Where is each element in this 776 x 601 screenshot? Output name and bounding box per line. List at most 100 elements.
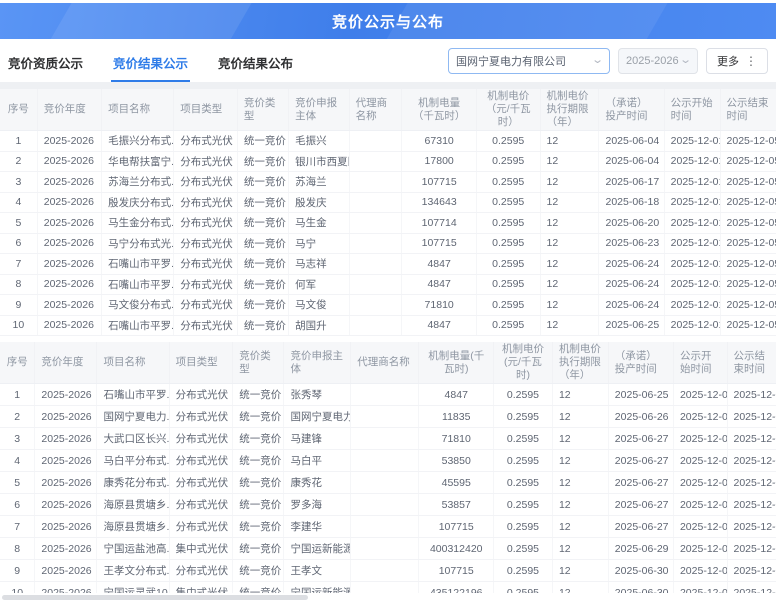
table-cell: 53850 bbox=[419, 450, 493, 472]
table-cell: 2025-12-01 bbox=[673, 472, 727, 494]
table-cell: 0.2595 bbox=[476, 192, 540, 213]
table-cell: 统一竞价 bbox=[233, 516, 284, 538]
table-row[interactable]: 102025-2026石嘴山市平罗...分布式光伏统一竞价胡国升48470.25… bbox=[0, 315, 776, 336]
table-cell: 统一竞价 bbox=[237, 233, 288, 254]
year-select-value: 2025-2026 bbox=[626, 55, 679, 67]
table-cell: 苏海兰 bbox=[289, 172, 350, 193]
table-cell: 统一竞价 bbox=[233, 406, 284, 428]
column-header: 序号 bbox=[0, 89, 37, 131]
table-row[interactable]: 32025-2026苏海兰分布式...分布式光伏统一竞价苏海兰1077150.2… bbox=[0, 172, 776, 193]
table-row[interactable]: 92025-2026马文俊分布式...分布式光伏统一竞价马文俊718100.25… bbox=[0, 295, 776, 316]
table-cell: 6 bbox=[0, 233, 37, 254]
table-cell: 12 bbox=[552, 406, 608, 428]
year-select[interactable]: 2025-2026 ⌄ bbox=[618, 48, 698, 74]
table-cell: 1 bbox=[0, 384, 35, 406]
table-cell: 分布式光伏 bbox=[174, 315, 238, 336]
table-cell: 统一竞价 bbox=[233, 428, 284, 450]
table-cell: 马建锋 bbox=[284, 428, 351, 450]
table-cell: 2025-12-05 bbox=[727, 472, 776, 494]
tab-bid-qualification-publicity[interactable]: 竞价资质公示 bbox=[6, 39, 85, 82]
table-cell: 统一竞价 bbox=[237, 295, 288, 316]
table-cell: 2025-2026 bbox=[37, 295, 101, 316]
table-row[interactable]: 62025-2026海原县贯塘乡...分布式光伏统一竞价罗多海538570.25… bbox=[0, 494, 776, 516]
horizontal-scrollbar[interactable] bbox=[0, 593, 776, 601]
table-row[interactable]: 32025-2026大武口区长兴...分布式光伏统一竞价马建锋718100.25… bbox=[0, 428, 776, 450]
table-row[interactable]: 12025-2026石嘴山市平罗...分布式光伏统一竞价张秀琴48470.259… bbox=[0, 384, 776, 406]
column-header: 公示结束时间 bbox=[720, 89, 776, 131]
table-cell: 3 bbox=[0, 428, 35, 450]
table-cell: 12 bbox=[552, 384, 608, 406]
table-cell: 2025-12-05 bbox=[727, 428, 776, 450]
table-cell: 2025-12-05 bbox=[727, 560, 776, 582]
table-cell: 统一竞价 bbox=[237, 274, 288, 295]
table-row[interactable]: 92025-2026王孝文分布式...分布式光伏统一竞价王孝文1077150.2… bbox=[0, 560, 776, 582]
table-row[interactable]: 12025-2026毛振兴分布式...分布式光伏统一竞价毛振兴673100.25… bbox=[0, 131, 776, 152]
table-row[interactable]: 72025-2026石嘴山市平罗...分布式光伏统一竞价马志祥48470.259… bbox=[0, 254, 776, 275]
chevron-down-icon: ⌄ bbox=[679, 55, 692, 66]
table-cell: 分布式光伏 bbox=[169, 428, 233, 450]
table-cell: 康秀花分布式... bbox=[97, 472, 169, 494]
table-cell: 2025-12-01 bbox=[664, 131, 720, 152]
tab-bid-result-announcement[interactable]: 竞价结果公布 bbox=[216, 39, 295, 82]
table-cell: 12 bbox=[552, 516, 608, 538]
table-cell: 石嘴山市平罗... bbox=[102, 254, 174, 275]
table-cell: 12 bbox=[552, 472, 608, 494]
column-header: 代理商名称 bbox=[351, 342, 419, 384]
table-cell: 分布式光伏 bbox=[174, 151, 238, 172]
table-cell: 马宁分布式光... bbox=[102, 233, 174, 254]
table-cell: 2025-12-01 bbox=[673, 516, 727, 538]
company-select[interactable]: 国网宁夏电力有限公司 ⌄ bbox=[448, 48, 610, 74]
table-row[interactable]: 82025-2026石嘴山市平罗...分布式光伏统一竞价何军48470.2595… bbox=[0, 274, 776, 295]
table-row[interactable]: 22025-2026华电帮扶富宁...分布式光伏统一竞价银川市西夏区...178… bbox=[0, 151, 776, 172]
table-cell bbox=[351, 494, 419, 516]
table-cell: 2025-12-01 bbox=[673, 450, 727, 472]
table-cell: 统一竞价 bbox=[237, 213, 288, 234]
table-row[interactable]: 22025-2026国网宁夏电力...分布式光伏统一竞价国网宁夏电力...118… bbox=[0, 406, 776, 428]
table-cell bbox=[349, 295, 402, 316]
table-row[interactable]: 52025-2026康秀花分布式...分布式光伏统一竞价康秀花455950.25… bbox=[0, 472, 776, 494]
table-cell: 5 bbox=[0, 213, 37, 234]
table-cell: 107715 bbox=[402, 233, 476, 254]
table-cell: 9 bbox=[0, 295, 37, 316]
table-cell: 2025-06-27 bbox=[608, 472, 673, 494]
table-cell: 2025-12-01 bbox=[664, 274, 720, 295]
table-cell: 4847 bbox=[402, 254, 476, 275]
table-cell bbox=[349, 274, 402, 295]
table-cell: 2025-06-18 bbox=[599, 192, 664, 213]
table-cell: 马志祥 bbox=[289, 254, 350, 275]
table-cell: 2025-12-01 bbox=[673, 538, 727, 560]
table-row[interactable]: 42025-2026殷发庆分布式...分布式光伏统一竞价殷发庆1346430.2… bbox=[0, 192, 776, 213]
table-cell: 分布式光伏 bbox=[174, 295, 238, 316]
table-cell: 2025-2026 bbox=[37, 172, 101, 193]
chevron-down-icon: ⌄ bbox=[591, 55, 604, 66]
table-cell: 统一竞价 bbox=[237, 151, 288, 172]
table-cell: 大武口区长兴... bbox=[97, 428, 169, 450]
table-row[interactable]: 82025-2026宁国运盐池高...集中式光伏统一竞价宁国运新能源(...40… bbox=[0, 538, 776, 560]
table-cell: 2025-12-05 bbox=[720, 213, 776, 234]
table-cell: 2025-06-20 bbox=[599, 213, 664, 234]
column-header: 竞价申报主体 bbox=[289, 89, 350, 131]
table-cell: 4847 bbox=[402, 274, 476, 295]
table-row[interactable]: 52025-2026马生金分布式...分布式光伏统一竞价马生金1077140.2… bbox=[0, 213, 776, 234]
table-cell: 2025-2026 bbox=[35, 428, 97, 450]
tab-bid-result-publicity[interactable]: 竞价结果公示 bbox=[111, 39, 190, 82]
table-cell: 2025-12-05 bbox=[727, 406, 776, 428]
table-cell: 分布式光伏 bbox=[169, 472, 233, 494]
table-row[interactable]: 42025-2026马白平分布式...分布式光伏统一竞价马白平538500.25… bbox=[0, 450, 776, 472]
table-cell: 0.2595 bbox=[493, 560, 552, 582]
table-cell: 统一竞价 bbox=[233, 494, 284, 516]
horizontal-scrollbar-thumb[interactable] bbox=[2, 595, 308, 600]
more-button-label: 更多 bbox=[717, 53, 739, 69]
filter-controls: 国网宁夏电力有限公司 ⌄ 2025-2026 ⌄ 更多 ⋮ bbox=[448, 39, 768, 82]
table-cell: 0.2595 bbox=[476, 151, 540, 172]
more-button[interactable]: 更多 ⋮ bbox=[706, 48, 768, 74]
table-row[interactable]: 62025-2026马宁分布式光...分布式光伏统一竞价马宁1077150.25… bbox=[0, 233, 776, 254]
table-cell: 7 bbox=[0, 516, 35, 538]
column-header: 竞价申报主体 bbox=[284, 342, 351, 384]
table-cell: 分布式光伏 bbox=[174, 192, 238, 213]
table-row[interactable]: 72025-2026海原县贯塘乡...分布式光伏统一竞价李建华1077150.2… bbox=[0, 516, 776, 538]
table-cell: 统一竞价 bbox=[233, 560, 284, 582]
table-cell: 2025-12-05 bbox=[727, 384, 776, 406]
table-cell: 12 bbox=[540, 192, 599, 213]
table-cell: 2025-12-05 bbox=[720, 131, 776, 152]
